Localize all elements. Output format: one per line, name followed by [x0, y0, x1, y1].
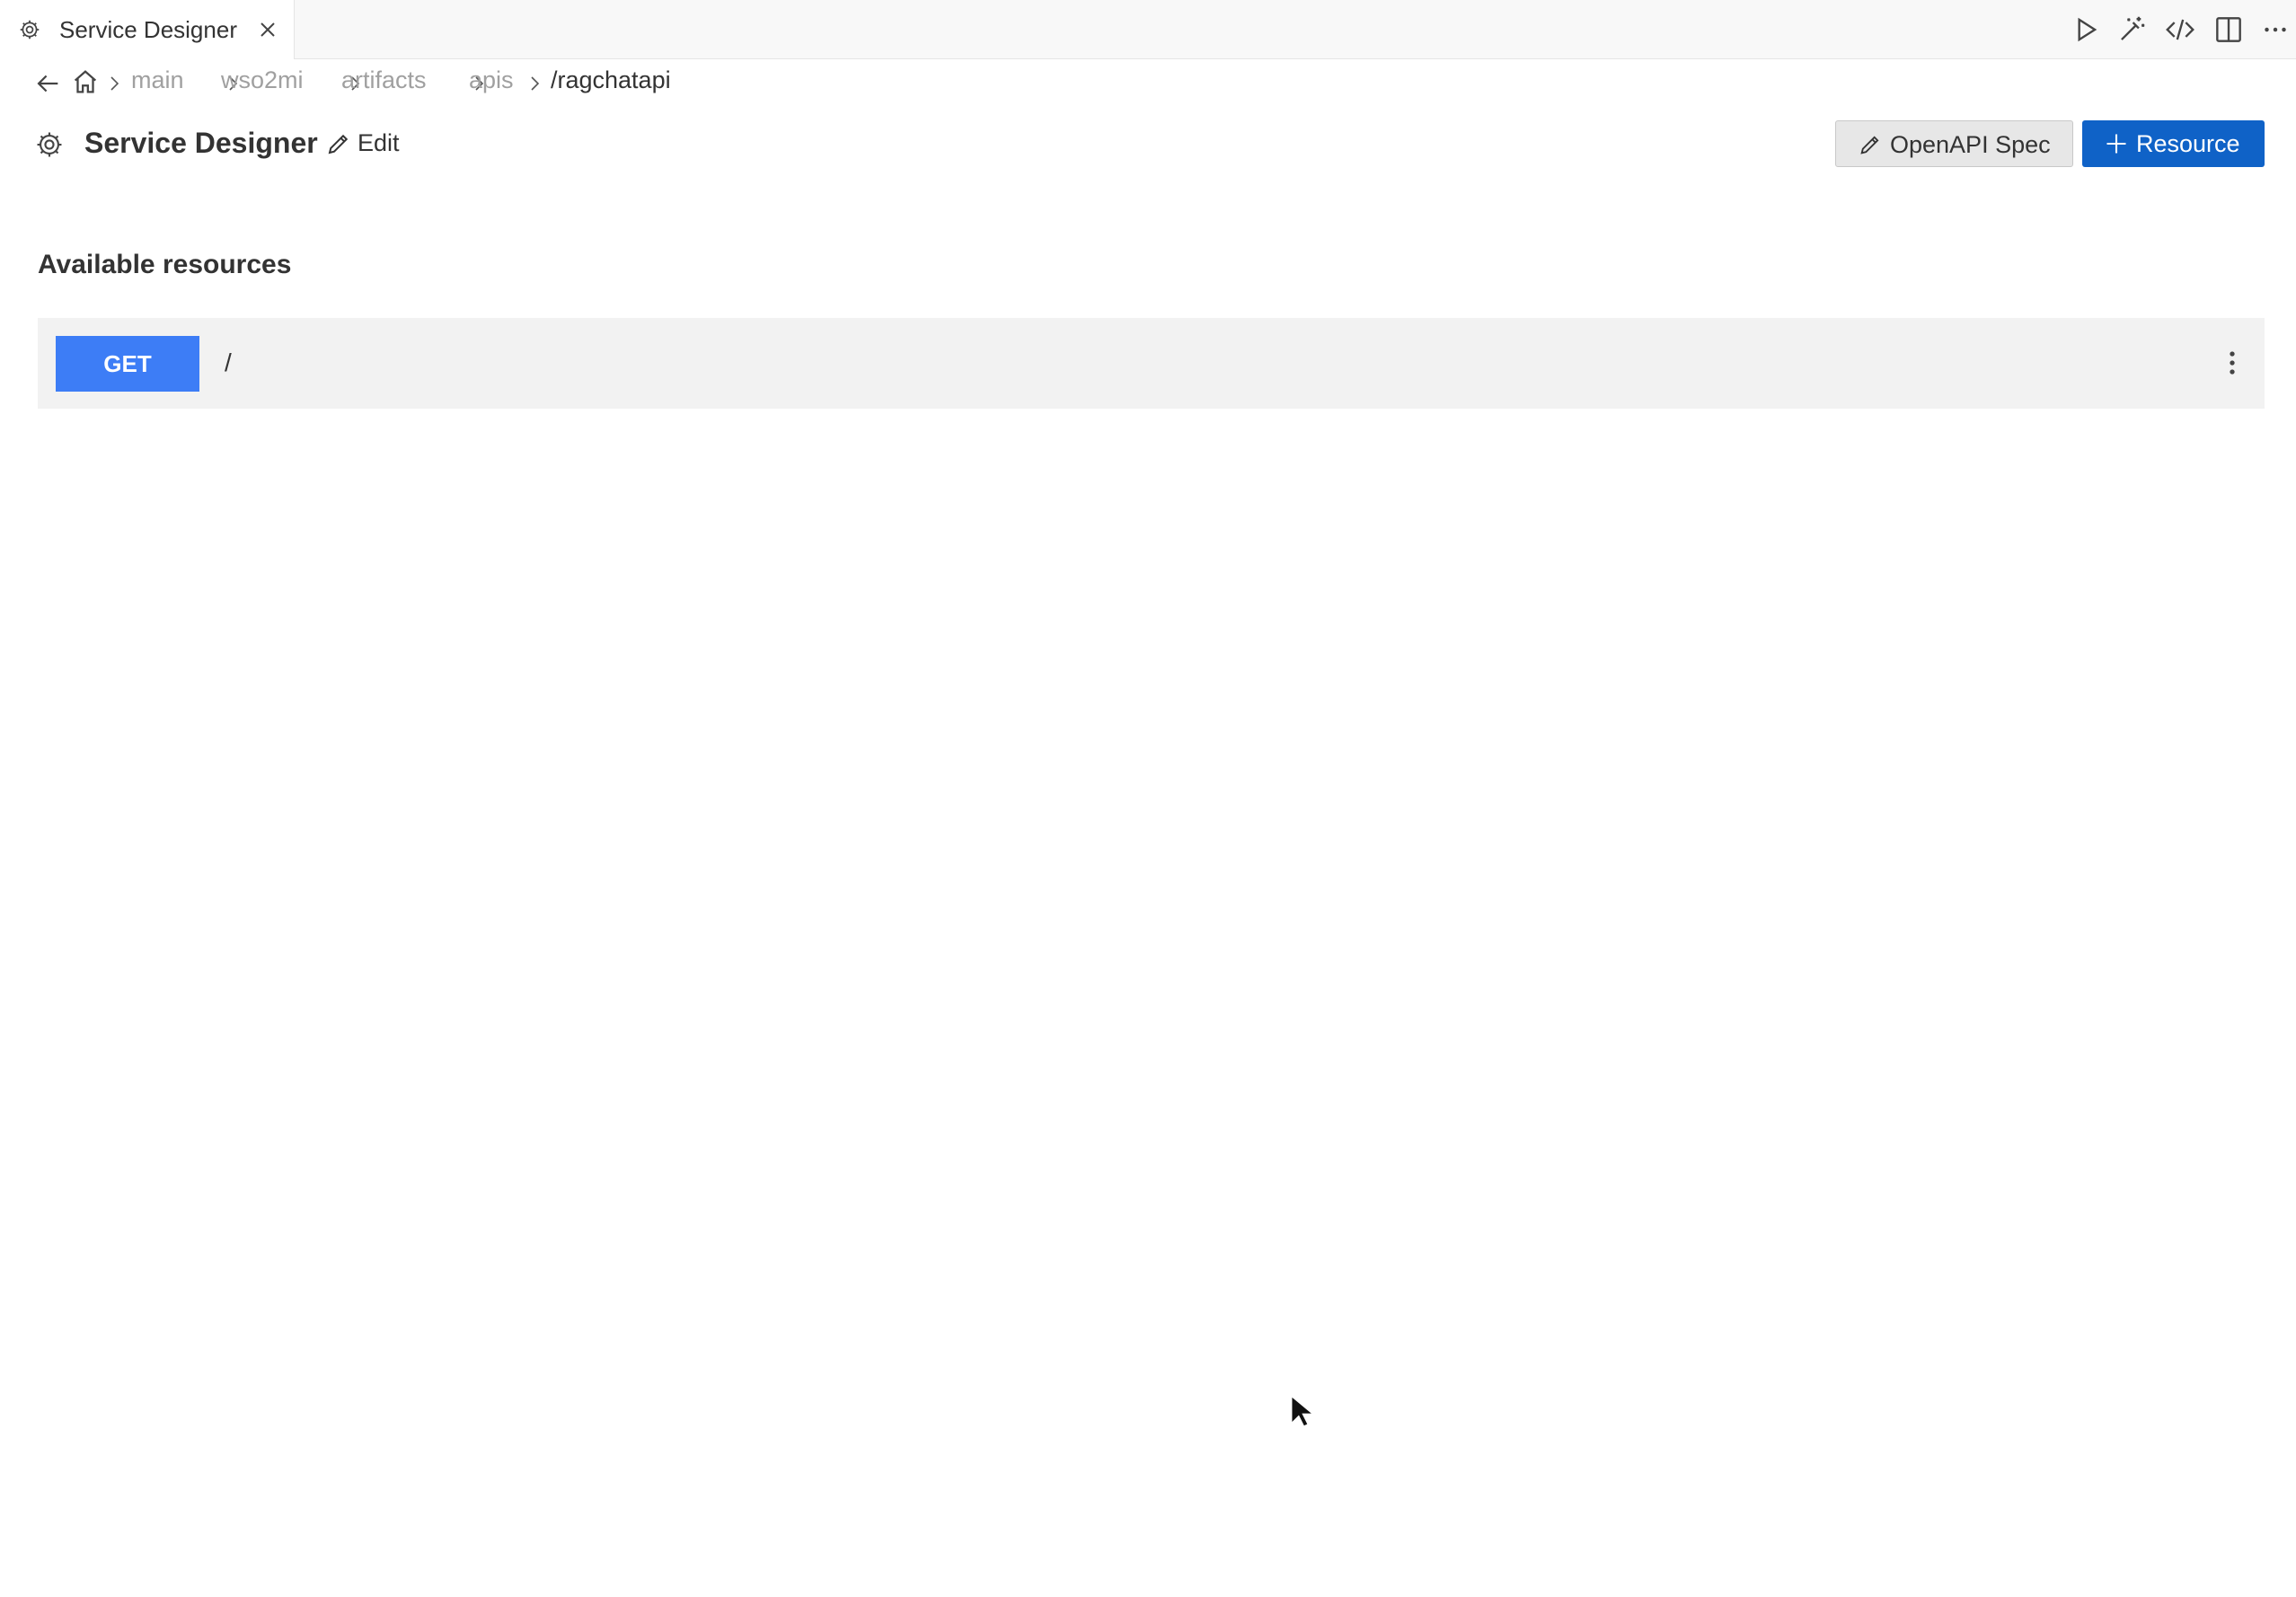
openapi-spec-label: OpenAPI Spec [1890, 131, 2051, 158]
kebab-menu-icon[interactable] [2214, 345, 2250, 381]
home-icon[interactable] [70, 66, 101, 97]
breadcrumb-item-current: /ragchatapi [551, 66, 671, 93]
resource-path: / [225, 349, 232, 376]
magic-wand-icon[interactable] [2115, 13, 2149, 47]
edit-label: Edit [358, 129, 400, 156]
page-title: Service Designer [84, 127, 318, 159]
run-icon[interactable] [2068, 13, 2102, 47]
close-icon[interactable] [257, 19, 278, 40]
breadcrumb-item-artifacts[interactable]: artifacts [341, 66, 427, 94]
plus-icon [2106, 134, 2126, 154]
breadcrumb-item-wso2mi[interactable]: wso2mi [221, 66, 304, 94]
mouse-pointer-icon [1290, 1394, 1316, 1430]
back-arrow-icon[interactable] [32, 68, 63, 99]
resource-row[interactable]: GET / [38, 318, 2265, 409]
code-view-icon[interactable] [2163, 13, 2197, 47]
openapi-spec-button[interactable]: OpenAPI Spec [1835, 120, 2073, 167]
breadcrumb-item-apis[interactable]: apis [469, 66, 514, 94]
more-actions-icon[interactable] [2258, 13, 2292, 47]
pencil-icon [328, 134, 349, 154]
method-badge[interactable]: GET [56, 336, 199, 392]
gear-icon [18, 18, 41, 41]
pencil-icon [1860, 136, 1879, 154]
chevron-right-icon [525, 72, 544, 95]
editor-tab-bar: Service Designer [0, 0, 2296, 59]
chevron-right-icon [104, 72, 124, 95]
split-editor-icon[interactable] [2212, 13, 2246, 47]
gear-icon [34, 129, 65, 160]
editor-actions [2068, 13, 2286, 47]
breadcrumb-item-main[interactable]: main [131, 66, 184, 94]
add-resource-label: Resource [2136, 130, 2240, 157]
add-resource-button[interactable]: Resource [2082, 120, 2265, 167]
tab-service-designer[interactable]: Service Designer [0, 0, 295, 59]
tab-label: Service Designer [59, 16, 237, 43]
section-title: Available resources [38, 250, 292, 279]
